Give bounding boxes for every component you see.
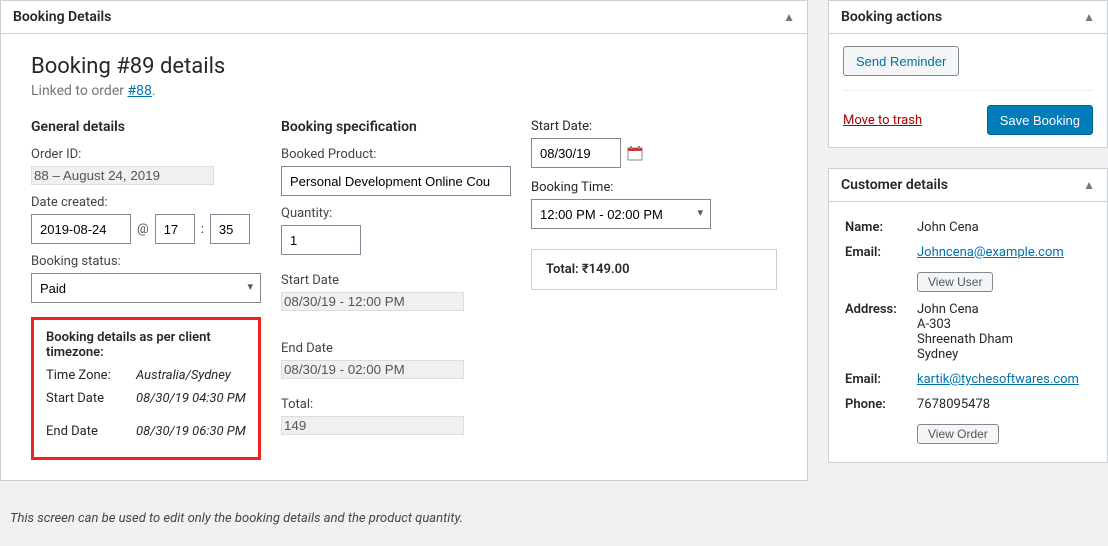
spec-end-input	[281, 360, 464, 379]
booking-actions-title: Booking actions	[841, 9, 942, 25]
client-timezone-box: Booking details as per client timezone: …	[31, 317, 261, 460]
collapse-toggle-icon[interactable]: ▲	[1083, 178, 1095, 192]
customer-email2-label: Email:	[843, 368, 913, 391]
collapse-toggle-icon[interactable]: ▲	[783, 10, 795, 24]
quantity-label: Quantity:	[281, 206, 511, 221]
view-order-button[interactable]: View Order	[917, 424, 999, 444]
spec-start-label: Start Date	[281, 273, 511, 288]
timezone-value: Australia/Sydney	[136, 368, 231, 383]
customer-details-panel: Customer details ▲ Name: John Cena Email…	[828, 168, 1108, 463]
address-line: John Cena	[917, 302, 1091, 317]
spec-end-label: End Date	[281, 341, 511, 356]
address-line: A-303	[917, 317, 1091, 332]
address-line: Sydney	[917, 347, 1091, 362]
customer-details-title: Customer details	[841, 177, 948, 193]
customer-phone-label: Phone:	[843, 393, 913, 416]
address-line: Shreenath Dham	[917, 332, 1091, 347]
booking-details-panel: Booking Details ▲ Booking #89 details Li…	[0, 0, 808, 481]
time-colon: :	[201, 222, 204, 237]
client-end-value: 08/30/19 06:30 PM	[136, 424, 246, 439]
edit-note: This screen can be used to edit only the…	[0, 501, 808, 546]
client-start-value: 08/30/19 04:30 PM	[136, 391, 246, 406]
booking-details-header: Booking Details ▲	[1, 1, 807, 34]
spec-start-input	[281, 292, 464, 311]
booking-spec-column: Booking specification Booked Product: Qu…	[281, 119, 511, 460]
linked-order-text: Linked to order #88.	[31, 83, 777, 99]
customer-address-value: John Cena A-303 Shreenath Dham Sydney	[915, 298, 1093, 366]
spec-total-label: Total:	[281, 397, 511, 412]
customer-email-link[interactable]: Johncena@example.com	[917, 245, 1064, 260]
linked-order-suffix: .	[152, 83, 156, 99]
linked-order-link[interactable]: #88	[127, 83, 151, 99]
quantity-input[interactable]	[281, 225, 361, 255]
general-details-column: General details Order ID: Date created: …	[31, 119, 261, 460]
customer-name-value: John Cena	[915, 216, 1093, 239]
order-id-input	[31, 166, 214, 185]
right-start-date-input[interactable]	[531, 138, 621, 168]
total-box: Total: ₹149.00	[531, 249, 777, 290]
hour-input[interactable]	[155, 214, 195, 244]
client-timezone-title: Booking details as per client timezone:	[46, 330, 246, 360]
date-created-label: Date created:	[31, 195, 261, 210]
booking-status-select[interactable]: Paid	[31, 273, 261, 303]
customer-address-label: Address:	[843, 298, 913, 366]
booked-product-label: Booked Product:	[281, 147, 511, 162]
customer-table: Name: John Cena Email: Johncena@example.…	[841, 214, 1095, 450]
booking-time-select[interactable]: 12:00 PM - 02:00 PM	[531, 199, 711, 229]
collapse-toggle-icon[interactable]: ▲	[1083, 10, 1095, 24]
booking-time-label: Booking Time:	[531, 180, 777, 195]
customer-email2-link[interactable]: kartik@tychesoftwares.com	[917, 372, 1079, 387]
spec-total-input	[281, 416, 464, 435]
booking-right-column: Start Date: Booking Time:	[531, 119, 777, 460]
timezone-label: Time Zone:	[46, 368, 126, 383]
client-start-label: Start Date	[46, 391, 126, 406]
date-created-input[interactable]	[31, 214, 131, 244]
booked-product-input[interactable]	[281, 166, 511, 196]
linked-order-prefix: Linked to order	[31, 83, 127, 99]
send-reminder-button[interactable]: Send Reminder	[843, 46, 959, 76]
total-value: ₹149.00	[582, 262, 630, 277]
at-symbol: @	[137, 222, 149, 237]
booking-actions-panel: Booking actions ▲ Send Reminder Move to …	[828, 0, 1108, 148]
booking-details-title: Booking Details	[13, 9, 111, 25]
booking-spec-title: Booking specification	[281, 119, 511, 135]
right-start-date-label: Start Date:	[531, 119, 777, 134]
calendar-icon[interactable]	[627, 145, 643, 161]
minute-input[interactable]	[210, 214, 250, 244]
order-id-label: Order ID:	[31, 147, 261, 162]
total-label: Total:	[546, 262, 582, 277]
customer-phone-value: 7678095478	[915, 393, 1093, 416]
save-booking-button[interactable]: Save Booking	[987, 105, 1093, 135]
customer-email-label: Email:	[843, 241, 913, 264]
view-user-button[interactable]: View User	[917, 272, 993, 292]
customer-name-label: Name:	[843, 216, 913, 239]
booking-heading: Booking #89 details	[31, 54, 777, 79]
move-to-trash-link[interactable]: Move to trash	[843, 113, 922, 128]
booking-status-label: Booking status:	[31, 254, 261, 269]
general-details-title: General details	[31, 119, 261, 135]
client-end-label: End Date	[46, 424, 126, 439]
